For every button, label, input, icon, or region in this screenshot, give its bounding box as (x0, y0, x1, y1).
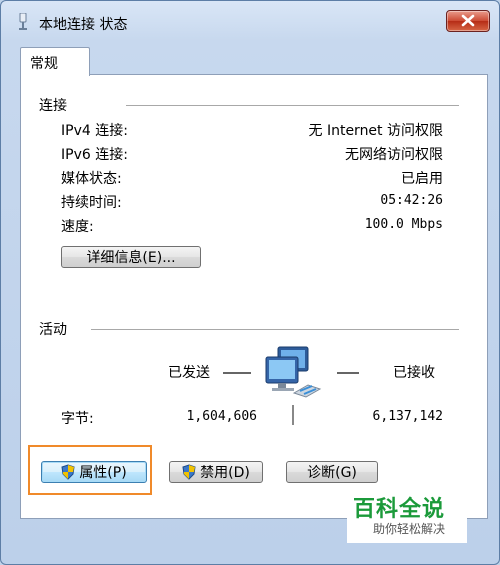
close-button[interactable] (446, 10, 490, 32)
sent-label: 已发送 (168, 365, 210, 381)
status-dialog: 本地连接 状态 常规 连接 IPv4 连接: 无 Internet 访问权限 I… (0, 0, 500, 565)
watermark-subtitle: 助你轻松解决 (373, 522, 446, 536)
shield-icon (182, 464, 196, 480)
tab-general[interactable]: 常规 (20, 47, 90, 76)
connection-section-title: 连接 (39, 98, 67, 114)
tab-general-label: 常规 (30, 56, 58, 72)
ipv6-value: 无网络访问权限 (345, 147, 443, 163)
connection-divider (126, 105, 459, 106)
ipv4-value: 无 Internet 访问权限 (308, 123, 444, 139)
speed-label: 速度: (61, 219, 94, 235)
ipv6-label: IPv6 连接: (61, 147, 128, 163)
received-dash (337, 372, 359, 374)
diagnose-button[interactable]: 诊断(G) (286, 461, 378, 483)
details-button[interactable]: 详细信息(E)... (61, 246, 201, 268)
media-state-value: 已启用 (401, 171, 443, 187)
activity-divider (91, 329, 459, 330)
activity-separator (292, 405, 294, 425)
activity-section-title: 活动 (39, 322, 67, 338)
speed-value: 100.0 Mbps (364, 217, 443, 232)
bytes-sent-value: 1,604,606 (186, 409, 257, 424)
disable-button[interactable]: 禁用(D) (169, 461, 263, 483)
disable-button-label: 禁用(D) (200, 465, 250, 481)
title-bar: 本地连接 状态 (1, 1, 499, 41)
watermark-title: 百科全说 (353, 497, 446, 522)
duration-label: 持续时间: (61, 195, 122, 211)
ipv4-label: IPv4 连接: (61, 123, 128, 139)
highlight-box (28, 445, 152, 495)
media-state-label: 媒体状态: (61, 171, 122, 187)
bytes-received-value: 6,137,142 (372, 409, 443, 424)
received-label: 已接收 (393, 365, 435, 381)
network-adapter-icon (19, 13, 27, 30)
bytes-label: 字节: (61, 411, 94, 427)
sent-dash (223, 372, 251, 374)
network-computers-icon (265, 346, 322, 398)
duration-value: 05:42:26 (380, 193, 443, 208)
close-icon (461, 14, 475, 27)
window-title: 本地连接 状态 (39, 17, 128, 33)
